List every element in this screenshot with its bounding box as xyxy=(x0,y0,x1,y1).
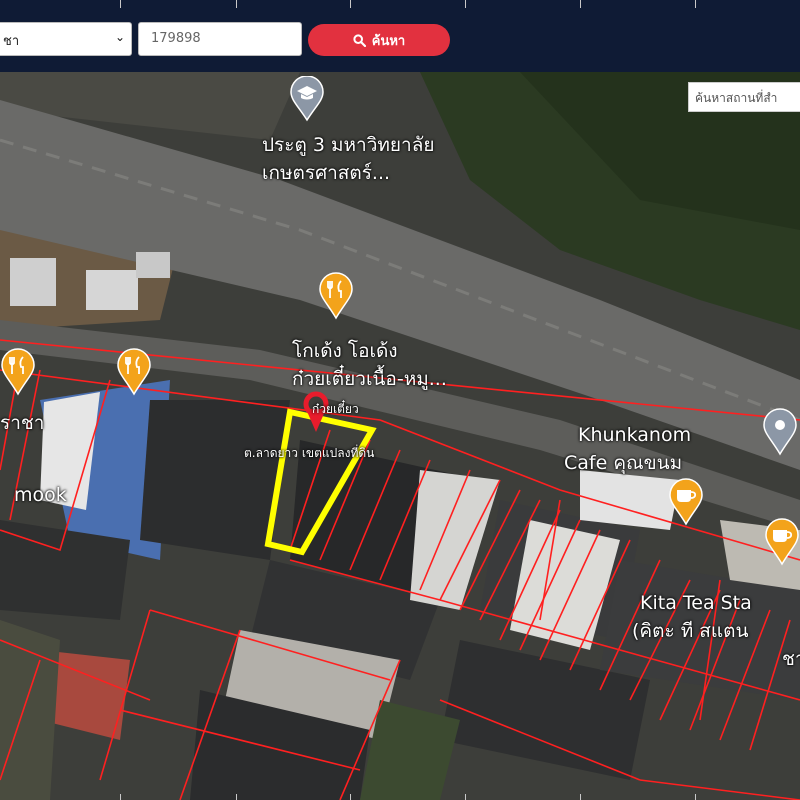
area-select[interactable]: ชา ⌄ xyxy=(0,22,132,56)
satellite-map[interactable]: ประตู 3 มหาวิทยาลัย เกษตรศาสตร์... โกเด้… xyxy=(0,72,800,800)
map-label-noodle-small: ก๋วยเตี๋ยว xyxy=(312,402,359,416)
grid-line xyxy=(695,794,696,800)
grid-line xyxy=(236,794,237,800)
place-search-placeholder: ค้นหาสถานที่สำ xyxy=(695,91,778,105)
parcel-number-input[interactable]: 179898 xyxy=(138,22,302,56)
map-label-tea-2: (คิตะ ที สแตน xyxy=(632,620,749,642)
search-button[interactable]: ค้นหา xyxy=(308,24,450,56)
top-toolbar: ชา ⌄ 179898 ค้นหา xyxy=(0,0,800,72)
grid-line xyxy=(580,794,581,800)
map-label-noodle-shop: โกเด้ง โอเด้ง xyxy=(292,340,398,362)
grid-line xyxy=(236,0,237,8)
map-label-tea-3: ชาใ xyxy=(782,648,800,670)
grid-line xyxy=(695,0,696,8)
map-label-tea: Kita Tea Sta xyxy=(640,592,752,614)
area-select-value: ชา xyxy=(3,34,20,49)
parcel-number-value: 179898 xyxy=(151,31,201,46)
grid-line xyxy=(465,0,466,8)
map-label-noodle-shop-2: ก๋วยเตี๋ยวเนื้อ-หมู... xyxy=(292,368,447,390)
place-search-input[interactable]: ค้นหาสถานที่สำ xyxy=(688,82,800,112)
search-button-label: ค้นหา xyxy=(371,33,406,49)
map-label-university-gate-2: เกษตรศาสตร์... xyxy=(262,162,391,184)
map-label-cafe: Khunkanom xyxy=(578,424,692,446)
grid-line xyxy=(350,0,351,8)
search-icon xyxy=(353,33,366,47)
grid-line xyxy=(580,0,581,8)
map-label-left-place-2: mook xyxy=(14,484,67,506)
map-label-cafe-2: Cafe คุณขนม xyxy=(564,452,683,474)
chevron-down-icon: ⌄ xyxy=(114,30,125,44)
grid-line xyxy=(120,794,121,800)
map-label-left-place: ราชา xyxy=(0,412,45,434)
map-label-parcel: ต.ลาดยาว เขตแปลงที่ดิน xyxy=(244,446,375,460)
grid-line xyxy=(350,794,351,800)
grid-line xyxy=(465,794,466,800)
map-label-university-gate: ประตู 3 มหาวิทยาลัย xyxy=(262,134,435,156)
grid-line xyxy=(120,0,121,8)
